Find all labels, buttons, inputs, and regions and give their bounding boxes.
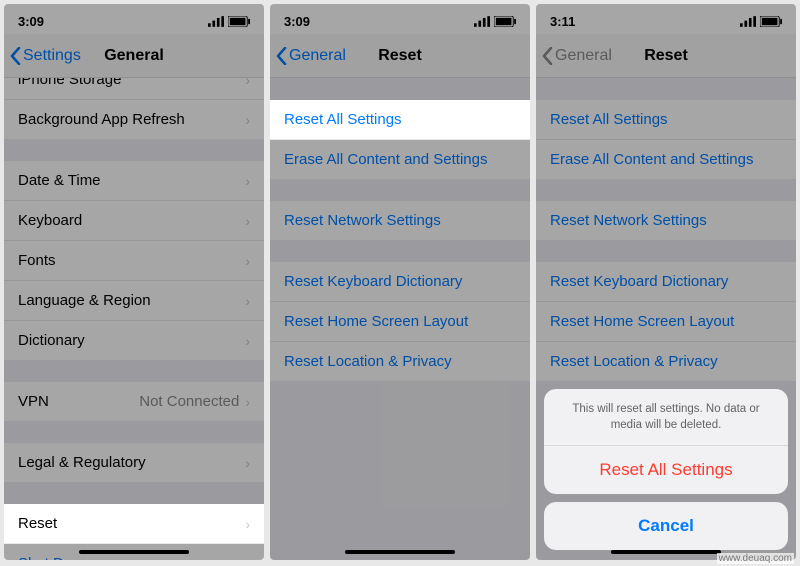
status-time: 3:09 (284, 14, 310, 29)
chevron-right-icon: › (245, 253, 250, 269)
cell-vpn[interactable]: VPNNot Connected› (4, 382, 264, 421)
cell-reset-all-settings[interactable]: Reset All Settings (270, 100, 530, 140)
chevron-right-icon: › (245, 78, 250, 88)
status-time: 3:09 (18, 14, 44, 29)
status-bar: 3:09 (4, 4, 264, 34)
cell-language-region[interactable]: Language & Region› (4, 281, 264, 321)
sheet-reset-button[interactable]: Reset All Settings (544, 446, 788, 494)
chevron-right-icon: › (245, 455, 250, 471)
watermark: www.deuaq.com (717, 553, 794, 564)
back-label: General (555, 47, 612, 65)
screen-reset-confirm: 3:11 General Reset Reset All Settings Er… (536, 4, 796, 560)
status-bar: 3:11 (536, 4, 796, 34)
status-icons (208, 16, 250, 27)
reset-content: Reset All Settings Erase All Content and… (270, 78, 530, 560)
cell-erase-all-content[interactable]: Erase All Content and Settings (270, 140, 530, 179)
chevron-left-icon (542, 47, 553, 65)
vpn-value: Not Connected (139, 393, 239, 410)
cell-fonts[interactable]: Fonts› (4, 241, 264, 281)
cell-reset[interactable]: Reset› (4, 504, 264, 544)
cell-reset-location-privacy: Reset Location & Privacy (536, 342, 796, 381)
cell-date-time[interactable]: Date & Time› (4, 161, 264, 201)
chevron-left-icon (10, 47, 21, 65)
nav-bar: Settings General (4, 34, 264, 78)
cell-background-app-refresh[interactable]: Background App Refresh› (4, 100, 264, 139)
back-button[interactable]: General (270, 47, 346, 65)
back-button: General (536, 47, 612, 65)
signal-icon (740, 16, 756, 27)
home-indicator[interactable] (345, 550, 455, 554)
nav-bar: General Reset (536, 34, 796, 78)
chevron-right-icon: › (245, 293, 250, 309)
back-button[interactable]: Settings (4, 47, 81, 65)
cell-reset-home-screen: Reset Home Screen Layout (536, 302, 796, 342)
battery-icon (228, 16, 250, 27)
sheet-cancel-button[interactable]: Cancel (544, 502, 788, 550)
chevron-right-icon: › (245, 516, 250, 532)
status-time: 3:11 (550, 14, 575, 29)
chevron-right-icon: › (245, 394, 250, 410)
status-icons (740, 16, 782, 27)
home-indicator[interactable] (611, 550, 721, 554)
cell-reset-location-privacy[interactable]: Reset Location & Privacy (270, 342, 530, 381)
signal-icon (474, 16, 490, 27)
screen-reset: 3:09 General Reset Reset All Settings Er… (270, 4, 530, 560)
cell-iphone-storage[interactable]: iPhone Storage› (4, 78, 264, 100)
battery-icon (760, 16, 782, 27)
cell-keyboard[interactable]: Keyboard› (4, 201, 264, 241)
back-label: General (289, 47, 346, 65)
chevron-left-icon (276, 47, 287, 65)
cell-reset-keyboard-dict[interactable]: Reset Keyboard Dictionary (270, 262, 530, 302)
cell-reset-home-screen[interactable]: Reset Home Screen Layout (270, 302, 530, 342)
status-icons (474, 16, 516, 27)
cell-legal-regulatory[interactable]: Legal & Regulatory› (4, 443, 264, 482)
cell-erase-all-content: Erase All Content and Settings (536, 140, 796, 179)
cell-dictionary[interactable]: Dictionary› (4, 321, 264, 360)
chevron-right-icon: › (245, 112, 250, 128)
nav-bar: General Reset (270, 34, 530, 78)
cell-reset-keyboard-dict: Reset Keyboard Dictionary (536, 262, 796, 302)
chevron-right-icon: › (245, 213, 250, 229)
action-sheet: This will reset all settings. No data or… (544, 389, 788, 550)
cell-reset-all-settings: Reset All Settings (536, 100, 796, 140)
chevron-right-icon: › (245, 173, 250, 189)
back-label: Settings (23, 47, 81, 65)
status-bar: 3:09 (270, 4, 530, 34)
cell-reset-network: Reset Network Settings (536, 201, 796, 240)
chevron-right-icon: › (245, 333, 250, 349)
home-indicator[interactable] (79, 550, 189, 554)
settings-content: iPhone Storage› Background App Refresh› … (4, 78, 264, 560)
signal-icon (208, 16, 224, 27)
screen-general: 3:09 Settings General iPhone Storage› Ba… (4, 4, 264, 560)
battery-icon (494, 16, 516, 27)
sheet-message: This will reset all settings. No data or… (544, 389, 788, 446)
cell-reset-network[interactable]: Reset Network Settings (270, 201, 530, 240)
